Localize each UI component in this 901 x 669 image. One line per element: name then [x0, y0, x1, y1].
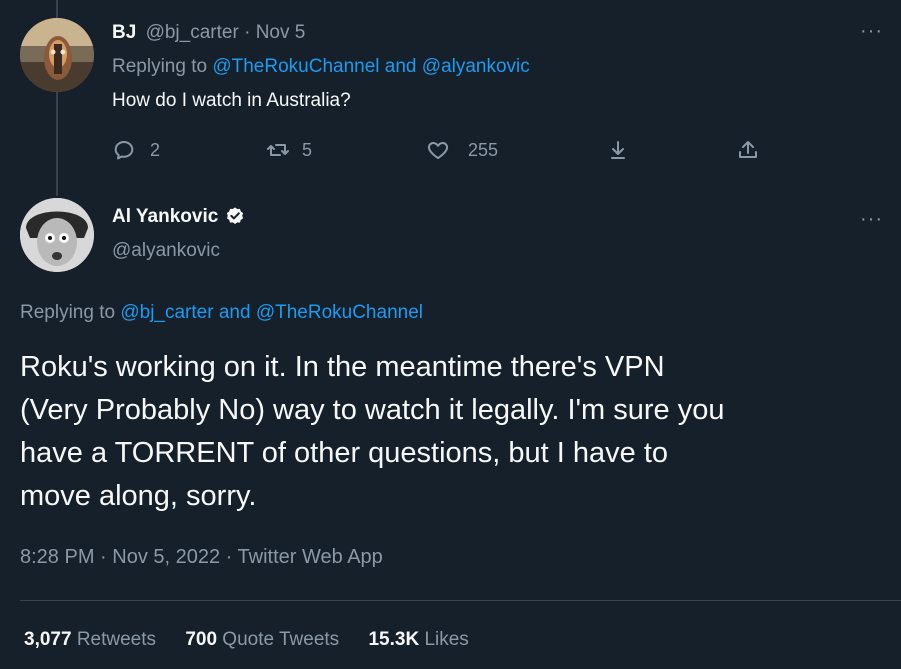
- heart-icon: [427, 142, 449, 159]
- quote-tweets-stat[interactable]: 700 Quote Tweets: [185, 629, 344, 650]
- download-icon: [611, 141, 625, 159]
- retweet-count: 5: [302, 139, 313, 160]
- share-action[interactable]: [736, 138, 760, 162]
- mention-therokuchannel[interactable]: @TheRokuChannel: [212, 56, 379, 77]
- mention-therokuchannel[interactable]: @TheRokuChannel: [256, 302, 423, 323]
- replying-and: and: [218, 302, 251, 323]
- avatar-bj-image: [20, 18, 94, 92]
- avatar-alyankovic-image: [20, 198, 94, 272]
- replying-to-prefix: Replying to: [112, 56, 208, 77]
- reply-icon: [114, 141, 134, 160]
- verified-badge-icon: [227, 207, 244, 225]
- main-author-name[interactable]: Al Yankovic: [112, 206, 218, 228]
- main-replying-to: Replying to @bj_carter and @TheRokuChann…: [20, 302, 423, 324]
- avatar-bj[interactable]: [20, 18, 94, 92]
- main-tweet-author[interactable]: Al Yankovic: [112, 206, 246, 228]
- tweet-stats: 3,077 Retweets 700 Quote Tweets 15.3K Li…: [24, 629, 469, 651]
- reply-author-name[interactable]: BJ: [112, 22, 136, 43]
- reply-action[interactable]: 2: [112, 138, 160, 162]
- mention-bj-carter[interactable]: @bj_carter: [120, 302, 213, 323]
- replying-and: and: [384, 56, 417, 77]
- divider: [20, 600, 901, 601]
- like-count: 255: [468, 139, 499, 160]
- replying-to-prefix: Replying to: [20, 302, 116, 323]
- likes-stat[interactable]: 15.3K Likes: [368, 629, 468, 650]
- reply-tweet-date[interactable]: Nov 5: [256, 22, 306, 43]
- retweets-label: Retweets: [76, 629, 157, 650]
- reply-count: 2: [150, 139, 161, 160]
- retweet-icon: [267, 144, 289, 156]
- retweets-stat[interactable]: 3,077 Retweets: [24, 629, 161, 650]
- tweet-timestamp[interactable]: 8:28 PM · Nov 5, 2022 · Twitter Web App: [20, 546, 383, 569]
- more-icon[interactable]: ···: [860, 209, 883, 229]
- retweets-count: 3,077: [24, 629, 72, 650]
- share-icon: [739, 141, 757, 158]
- header-separator: ·: [244, 22, 251, 43]
- main-tweet-text: Roku's working on it. In the meantime th…: [20, 346, 725, 518]
- likes-label: Likes: [424, 629, 469, 650]
- quote-tweets-count: 700: [185, 629, 218, 650]
- reply-tweet-text: How do I watch in Australia?: [112, 90, 351, 111]
- reply-replying-to: Replying to @TheRokuChannel and @alyanko…: [112, 56, 530, 78]
- more-icon[interactable]: ···: [860, 21, 883, 41]
- mention-alyankovic[interactable]: @alyankovic: [422, 56, 530, 77]
- reply-tweet-header: BJ @bj_carter · Nov 5: [112, 22, 305, 44]
- likes-count: 15.3K: [368, 629, 420, 650]
- main-author-handle[interactable]: @alyankovic: [112, 240, 220, 262]
- tweet-text-line: move along, sorry.: [20, 480, 257, 512]
- tweet-text-line: have a TORRENT of other questions, but I…: [20, 437, 669, 469]
- tweet-text-line: Roku's working on it. In the meantime th…: [20, 351, 665, 383]
- reply-author-handle[interactable]: @bj_carter: [146, 22, 239, 43]
- quote-tweets-label: Quote Tweets: [222, 629, 340, 650]
- avatar-alyankovic[interactable]: [20, 198, 94, 272]
- download-action[interactable]: [606, 138, 630, 162]
- like-action[interactable]: 255: [426, 138, 498, 162]
- retweet-action[interactable]: 5: [266, 138, 312, 162]
- tweet-text-line: (Very Probably No) way to watch it legal…: [20, 394, 725, 426]
